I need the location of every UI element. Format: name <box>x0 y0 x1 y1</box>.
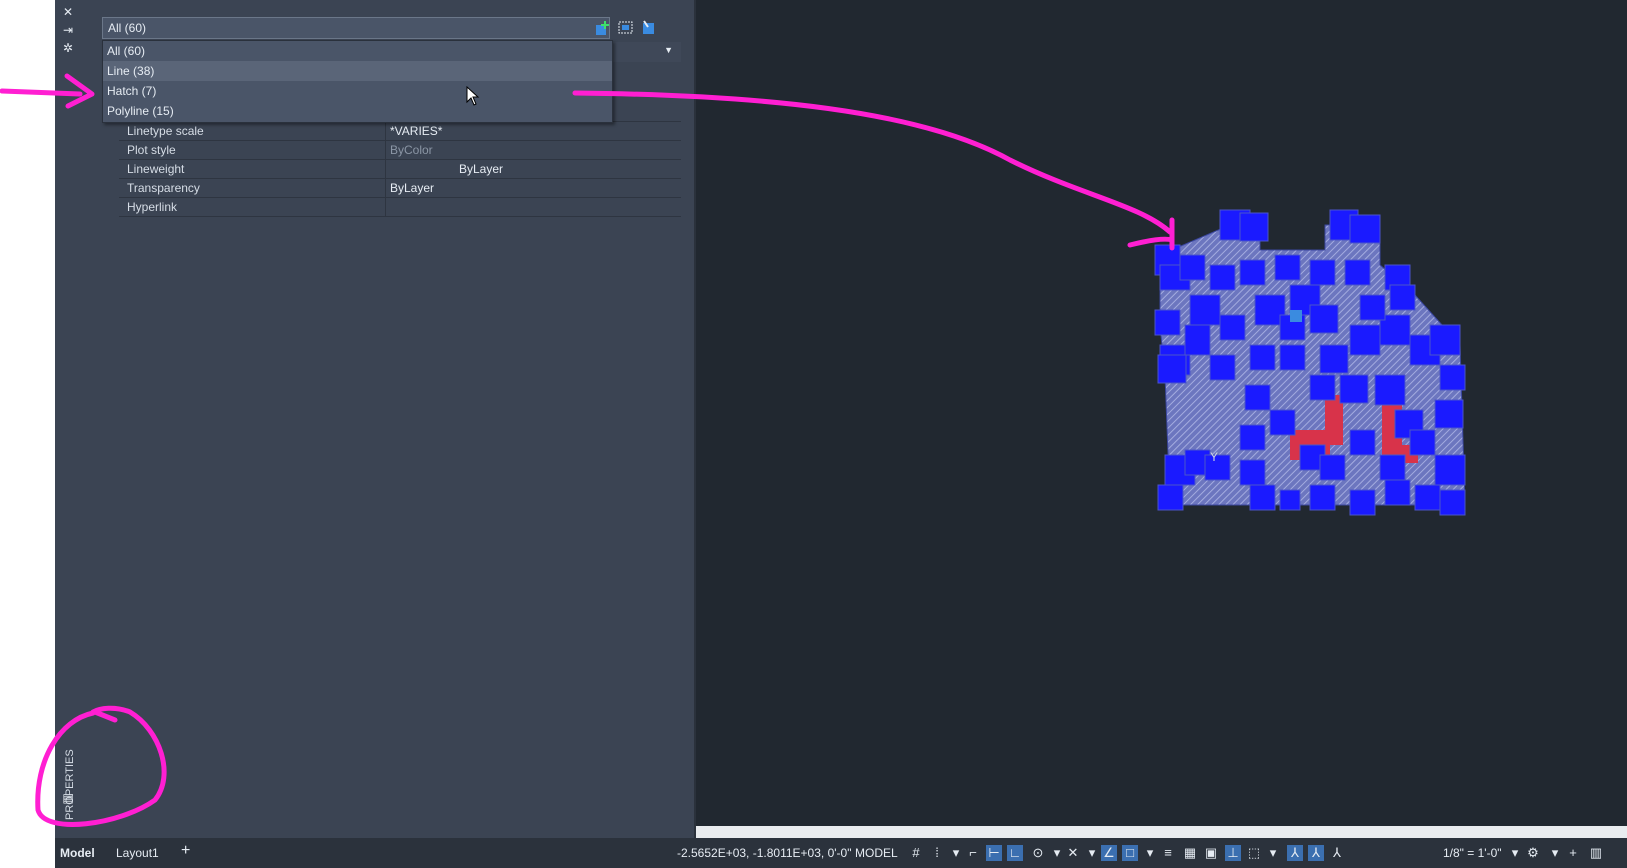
annotation-scale-icon[interactable]: ⅄ <box>1329 845 1345 861</box>
chevron-down-icon[interactable]: ▾ <box>1265 845 1281 861</box>
dynamic-input-icon[interactable]: ⊢ <box>986 845 1002 861</box>
3d-object-snap-icon[interactable]: ⊥ <box>1225 845 1241 861</box>
status-bar: Model Layout1 + -2.5652E+03, -1.8011E+03… <box>55 838 1627 868</box>
polar-tracking-icon[interactable]: ⊙ <box>1030 845 1046 861</box>
infer-constraints-icon[interactable]: ⌐ <box>965 845 981 861</box>
object-snap-icon[interactable]: □ <box>1122 845 1138 861</box>
isodraft-icon[interactable]: ✕ <box>1065 845 1081 861</box>
annotation-overlay <box>0 73 1175 827</box>
customize-icon[interactable]: ▥ <box>1588 845 1604 861</box>
chevron-down-icon[interactable]: ▾ <box>1084 845 1100 861</box>
model-space-toggle[interactable]: MODEL <box>855 846 898 860</box>
gear-icon[interactable]: ⚙ <box>1525 845 1541 861</box>
tab-layout1[interactable]: Layout1 <box>116 846 159 860</box>
chevron-down-icon[interactable]: ▾ <box>1507 845 1523 861</box>
dynamic-ucs-icon[interactable]: ⬚ <box>1246 845 1262 861</box>
tab-model[interactable]: Model <box>60 846 95 860</box>
snap-icon[interactable]: ⁞ <box>929 845 945 861</box>
chevron-down-icon[interactable]: ▾ <box>1049 845 1065 861</box>
auto-scale-icon[interactable]: ⅄ <box>1308 845 1324 861</box>
grid-icon[interactable]: # <box>908 845 924 861</box>
transparency-icon[interactable]: ▦ <box>1182 845 1198 861</box>
annotation-scale-value[interactable]: 1/8" = 1'-0" <box>1443 846 1502 860</box>
selection-cycling-icon[interactable]: ▣ <box>1203 845 1219 861</box>
lineweight-icon[interactable]: ≡ <box>1160 845 1176 861</box>
object-snap-tracking-icon[interactable]: ∠ <box>1101 845 1117 861</box>
plus-icon[interactable]: + <box>1565 845 1581 861</box>
ortho-icon[interactable]: ∟ <box>1007 845 1023 861</box>
add-layout-button[interactable]: + <box>181 842 190 860</box>
chevron-down-icon[interactable]: ▾ <box>948 845 964 861</box>
chevron-down-icon[interactable]: ▾ <box>1142 845 1158 861</box>
chevron-down-icon[interactable]: ▾ <box>1547 845 1563 861</box>
annotation-visibility-icon[interactable]: ⅄ <box>1287 845 1303 861</box>
coordinate-readout[interactable]: -2.5652E+03, -1.8011E+03, 0'-0" <box>677 846 851 860</box>
